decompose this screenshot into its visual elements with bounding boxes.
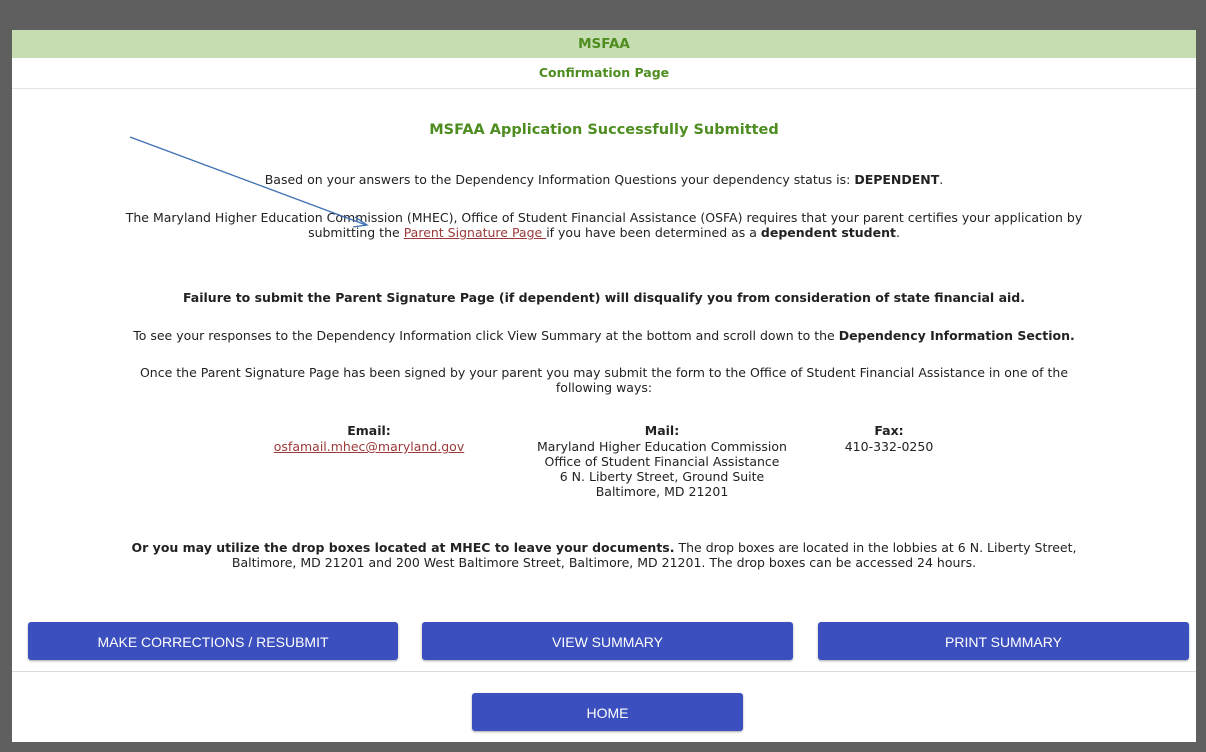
page-subtitle: Confirmation Page [12,58,1196,89]
divider [12,671,1196,672]
print-summary-button[interactable]: PRINT SUMMARY [818,622,1189,660]
email-label: Email: [347,423,391,438]
mail-address-line: Maryland Higher Education Commission [537,439,787,454]
email-contact: Email: osfamail.mhec@maryland.gov [269,423,469,454]
mail-address-line: Baltimore, MD 21201 [595,484,729,499]
home-button[interactable]: HOME [472,693,743,731]
parent-requirement-text: The Maryland Higher Education Commission… [125,210,1083,240]
dependency-status-text: Based on your answers to the Dependency … [264,172,944,187]
drop-boxes-text: Or you may utilize the drop boxes locate… [131,540,1077,570]
failure-warning: Failure to submit the Parent Signature P… [183,290,1025,305]
fax-label: Fax: [874,423,904,438]
fax-contact: Fax: 410-332-0250 [834,423,944,454]
mail-address-line: 6 N. Liberty Street, Ground Suite [559,469,765,484]
responses-instruction: To see your responses to the Dependency … [133,328,1075,343]
submit-ways-text: Once the Parent Signature Page has been … [139,365,1069,395]
view-summary-button[interactable]: VIEW SUMMARY [422,622,793,660]
mail-label: Mail: [644,423,680,438]
fax-number: 410-332-0250 [844,439,934,454]
confirmation-panel: MSFAA Confirmation Page MSFAA Applicatio… [12,30,1196,742]
page-title: MSFAA [12,30,1196,58]
mail-address-line: Office of Student Financial Assistance [544,454,780,469]
success-heading: MSFAA Application Successfully Submitted [429,122,779,138]
email-link[interactable]: osfamail.mhec@maryland.gov [274,439,464,454]
make-corrections-button[interactable]: MAKE CORRECTIONS / RESUBMIT [28,622,398,660]
dependency-status-value: DEPENDENT [854,172,940,187]
mail-contact: Mail: Maryland Higher Education Commissi… [517,423,807,499]
parent-signature-page-link[interactable]: Parent Signature Page [404,225,547,240]
